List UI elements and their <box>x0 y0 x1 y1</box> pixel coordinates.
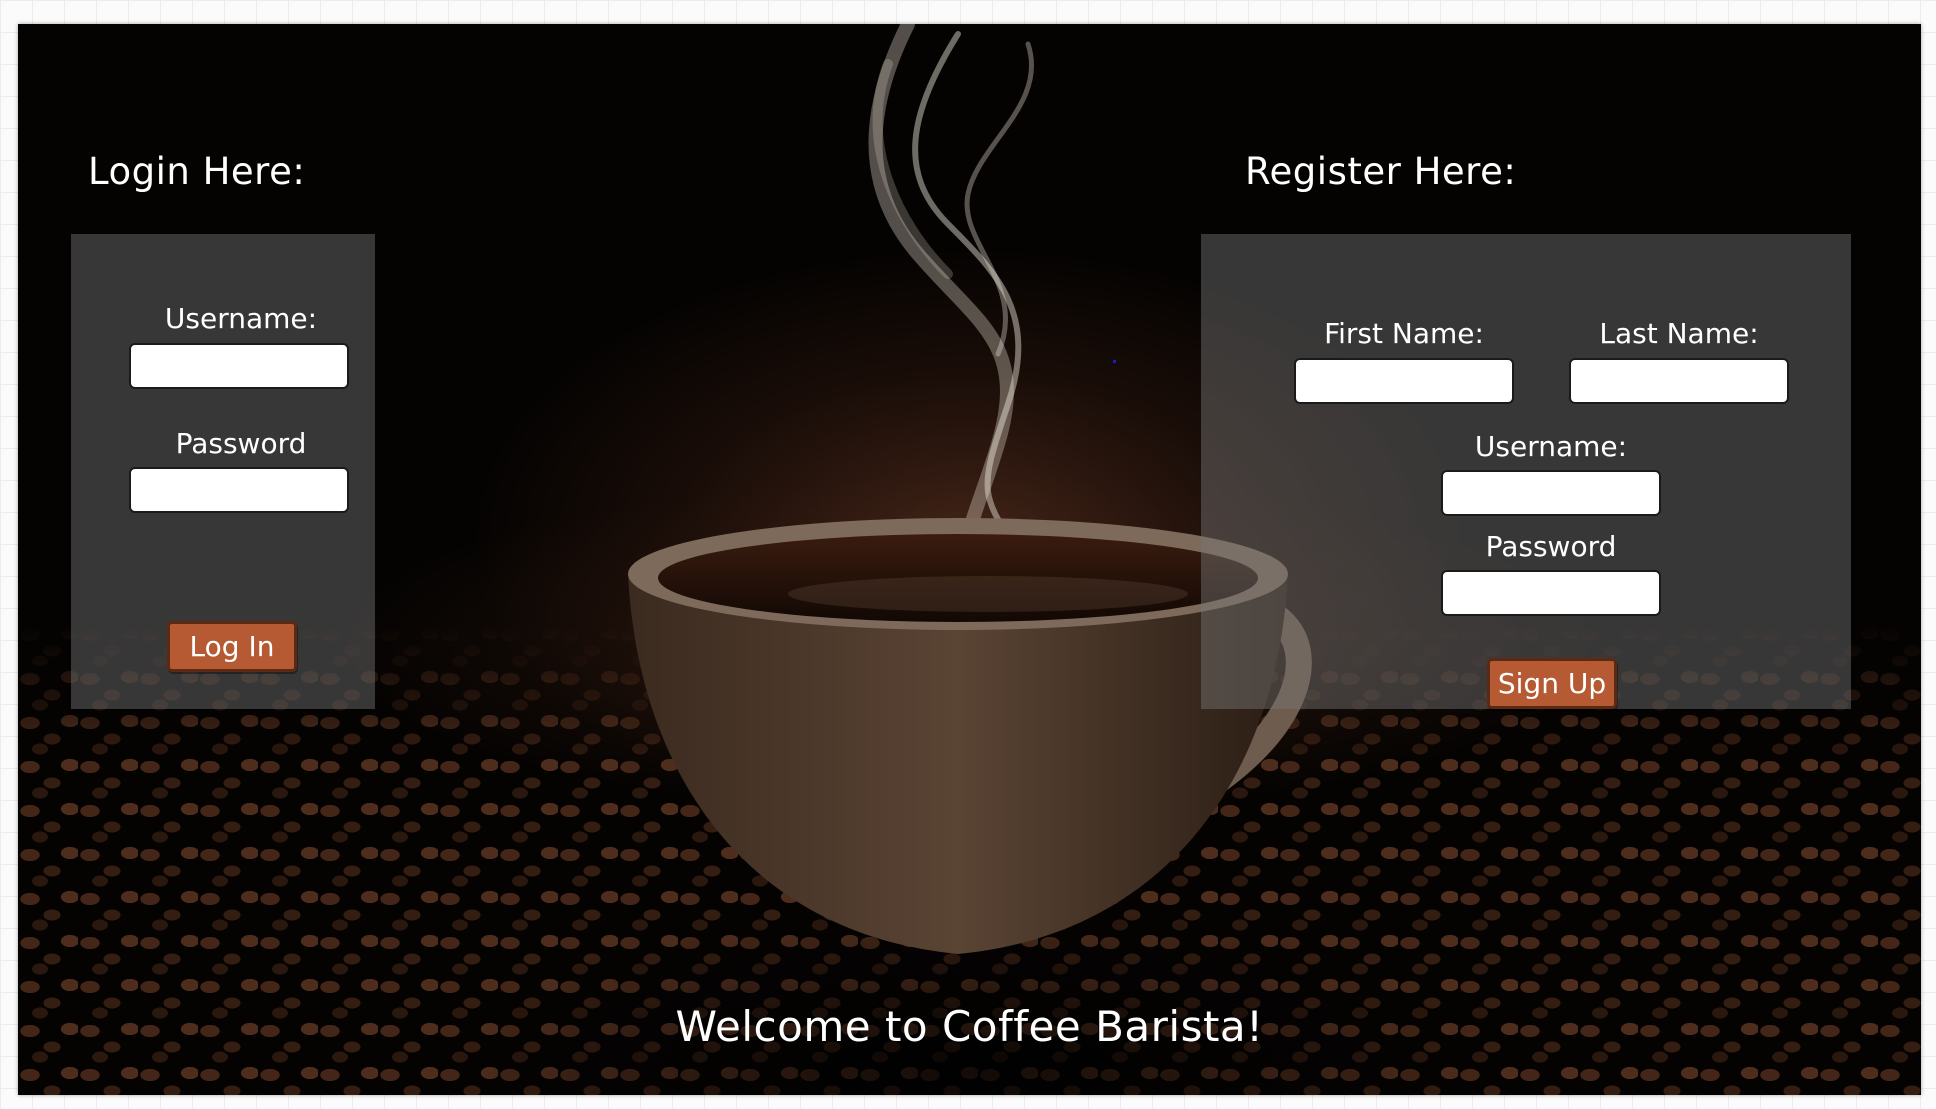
first-name-label: First Name: <box>1324 317 1484 350</box>
steam-image <box>868 24 1034 584</box>
last-name-input[interactable] <box>1569 358 1789 404</box>
last-name-label: Last Name: <box>1599 317 1759 350</box>
login-username-input[interactable] <box>129 343 349 389</box>
register-password-label: Password <box>1485 530 1617 563</box>
stray-dot <box>1113 360 1116 363</box>
register-password-input[interactable] <box>1441 570 1661 616</box>
login-password-input[interactable] <box>129 467 349 513</box>
sign-up-button[interactable]: Sign Up <box>1487 658 1617 709</box>
register-username-input[interactable] <box>1441 470 1661 516</box>
welcome-title: Welcome to Coffee Barista! <box>675 1002 1264 1051</box>
login-username-label: Username: <box>164 302 318 335</box>
register-heading: Register Here: <box>1245 150 1517 193</box>
first-name-input[interactable] <box>1294 358 1514 404</box>
login-heading: Login Here: <box>88 150 306 193</box>
login-password-label: Password <box>175 427 307 460</box>
register-username-label: Username: <box>1474 430 1628 463</box>
login-button[interactable]: Log In <box>167 621 297 672</box>
